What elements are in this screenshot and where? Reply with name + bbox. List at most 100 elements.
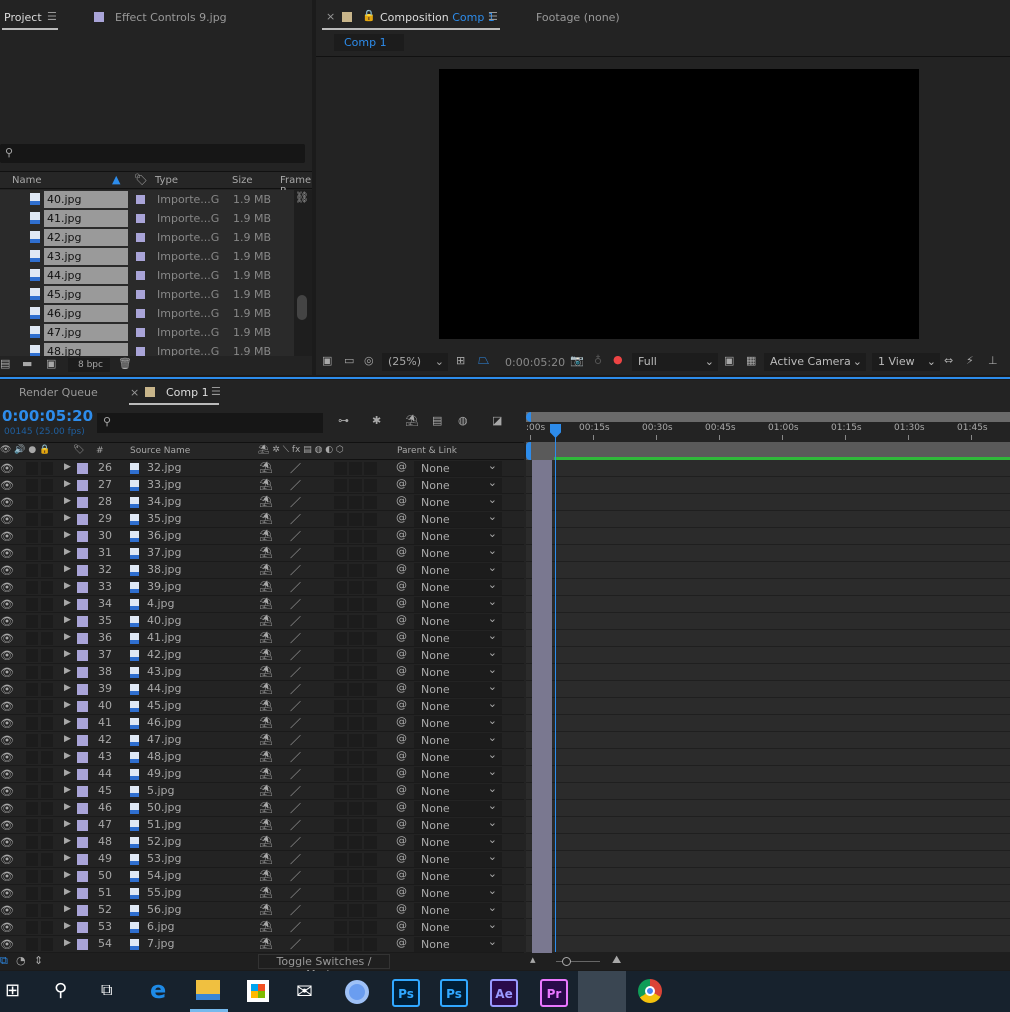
switch-box[interactable] bbox=[334, 717, 347, 730]
pick-whip-icon[interactable]: @ bbox=[396, 460, 407, 473]
zoom-out-icon[interactable]: ▴ bbox=[530, 953, 536, 966]
switch-box[interactable] bbox=[349, 530, 362, 543]
parent-dropdown[interactable]: None bbox=[414, 679, 502, 697]
layer-name[interactable]: 36.jpg bbox=[147, 529, 182, 542]
switch-box[interactable] bbox=[349, 853, 362, 866]
layer-duration-bar[interactable] bbox=[532, 851, 552, 868]
switch-box[interactable] bbox=[364, 666, 377, 679]
label-swatch[interactable] bbox=[77, 480, 88, 491]
motion-blur-icon[interactable]: ◍ bbox=[458, 414, 468, 427]
layer-track[interactable] bbox=[526, 766, 1010, 783]
lock-toggle[interactable] bbox=[41, 513, 53, 526]
switch-box[interactable] bbox=[364, 904, 377, 917]
eye-icon[interactable]: 👁 bbox=[0, 887, 14, 900]
layer-row[interactable]: 👁 ▶ 45 5.jpg ⛱ ／ @ None bbox=[0, 781, 524, 800]
solo-toggle[interactable] bbox=[26, 649, 38, 662]
layer-track[interactable] bbox=[526, 596, 1010, 613]
layer-row[interactable]: 👁 ▶ 52 56.jpg ⛱ ／ @ None bbox=[0, 900, 524, 919]
eye-icon[interactable]: 👁 bbox=[0, 479, 14, 492]
label-swatch[interactable] bbox=[77, 735, 88, 746]
layer-name[interactable]: 35.jpg bbox=[147, 512, 182, 525]
checkerboard-icon[interactable]: ▦ bbox=[746, 354, 756, 367]
show-snapshot-icon[interactable]: ♁ bbox=[594, 354, 602, 367]
pick-whip-icon[interactable]: @ bbox=[396, 647, 407, 660]
label-swatch[interactable] bbox=[77, 854, 88, 865]
quality-switch-icon[interactable]: ／ bbox=[290, 494, 301, 510]
channel-icon[interactable]: ● bbox=[613, 353, 623, 366]
shy-switch-icon[interactable]: ⛱ bbox=[259, 886, 273, 899]
solo-toggle[interactable] bbox=[26, 530, 38, 543]
layer-duration-bar[interactable] bbox=[532, 783, 552, 800]
parent-dropdown[interactable]: None bbox=[414, 764, 502, 782]
project-item[interactable]: 45.jpg Importe...G 1.9 MB bbox=[0, 285, 294, 304]
layer-row[interactable]: 👁 ▶ 32 38.jpg ⛱ ／ @ None bbox=[0, 560, 524, 579]
bit-depth-button[interactable]: 8 bpc bbox=[68, 358, 110, 372]
expand-triangle-icon[interactable]: ▶ bbox=[64, 513, 71, 523]
switch-box[interactable] bbox=[349, 734, 362, 747]
shy-switch-icon[interactable]: ⛱ bbox=[259, 682, 273, 695]
switch-box[interactable] bbox=[349, 836, 362, 849]
layer-row[interactable]: 👁 ▶ 34 4.jpg ⛱ ／ @ None bbox=[0, 594, 524, 613]
switch-box[interactable] bbox=[364, 598, 377, 611]
layer-track[interactable] bbox=[526, 919, 1010, 936]
trash-icon[interactable]: 🗑 bbox=[118, 357, 132, 370]
layer-duration-bar[interactable] bbox=[532, 919, 552, 936]
switch-box[interactable] bbox=[364, 479, 377, 492]
draft-3d-icon[interactable]: ✱ bbox=[372, 414, 381, 427]
lock-toggle[interactable] bbox=[41, 734, 53, 747]
layer-row[interactable]: 👁 ▶ 33 39.jpg ⛱ ／ @ None bbox=[0, 577, 524, 596]
switch-box[interactable] bbox=[364, 581, 377, 594]
quality-switch-icon[interactable]: ／ bbox=[290, 783, 301, 799]
switch-box[interactable] bbox=[349, 632, 362, 645]
switch-box[interactable] bbox=[364, 870, 377, 883]
project-item[interactable]: 44.jpg Importe...G 1.9 MB bbox=[0, 266, 294, 285]
switch-box[interactable] bbox=[364, 513, 377, 526]
lock-toggle[interactable] bbox=[41, 666, 53, 679]
shy-switch-icon[interactable]: ⛱ bbox=[259, 478, 273, 491]
shy-switch-icon[interactable]: ⛱ bbox=[259, 716, 273, 729]
layer-name[interactable]: 38.jpg bbox=[147, 563, 182, 576]
render-time-icon[interactable]: ◔ bbox=[16, 954, 26, 967]
expand-triangle-icon[interactable]: ▶ bbox=[64, 615, 71, 625]
lock-toggle[interactable] bbox=[41, 530, 53, 543]
layer-name[interactable]: 42.jpg bbox=[147, 648, 182, 661]
shy-switch-icon[interactable]: ⛱ bbox=[259, 818, 273, 831]
sort-ascending-icon[interactable]: ▲ bbox=[112, 173, 120, 186]
label-swatch[interactable] bbox=[136, 347, 145, 356]
switch-box[interactable] bbox=[334, 921, 347, 934]
quality-switch-icon[interactable]: ／ bbox=[290, 919, 301, 935]
solo-toggle[interactable] bbox=[26, 513, 38, 526]
layer-name[interactable]: 37.jpg bbox=[147, 546, 182, 559]
expand-triangle-icon[interactable]: ▶ bbox=[64, 479, 71, 489]
switch-box[interactable] bbox=[349, 717, 362, 730]
expand-triangle-icon[interactable]: ▶ bbox=[64, 581, 71, 591]
label-swatch[interactable] bbox=[136, 328, 145, 337]
parent-dropdown[interactable]: None bbox=[414, 492, 502, 510]
lock-toggle[interactable] bbox=[41, 938, 53, 951]
label-swatch[interactable] bbox=[77, 888, 88, 899]
parent-dropdown[interactable]: None bbox=[414, 696, 502, 714]
label-swatch[interactable] bbox=[136, 252, 145, 261]
expand-triangle-icon[interactable]: ▶ bbox=[64, 938, 71, 948]
new-folder-icon[interactable]: ▬ bbox=[22, 357, 32, 370]
switch-box[interactable] bbox=[349, 887, 362, 900]
lock-toggle[interactable] bbox=[41, 615, 53, 628]
expand-triangle-icon[interactable]: ▶ bbox=[64, 666, 71, 676]
switch-box[interactable] bbox=[364, 649, 377, 662]
label-swatch[interactable] bbox=[77, 922, 88, 933]
layer-search-input[interactable]: ⚲ bbox=[97, 413, 323, 433]
switch-box[interactable] bbox=[349, 870, 362, 883]
parent-dropdown[interactable]: None bbox=[414, 747, 502, 765]
layer-duration-bar[interactable] bbox=[532, 817, 552, 834]
expand-triangle-icon[interactable]: ▶ bbox=[64, 751, 71, 761]
parent-dropdown[interactable]: None bbox=[414, 849, 502, 867]
switch-box[interactable] bbox=[349, 785, 362, 798]
layer-track[interactable] bbox=[526, 783, 1010, 800]
solo-toggle[interactable] bbox=[26, 632, 38, 645]
shy-icon[interactable]: ⛱ bbox=[405, 414, 419, 427]
quality-switch-icon[interactable]: ／ bbox=[290, 511, 301, 527]
switch-box[interactable] bbox=[334, 666, 347, 679]
camera-dropdown[interactable]: Active Camera ⌄ bbox=[764, 353, 866, 371]
label-swatch[interactable] bbox=[77, 820, 88, 831]
label-swatch[interactable] bbox=[77, 582, 88, 593]
